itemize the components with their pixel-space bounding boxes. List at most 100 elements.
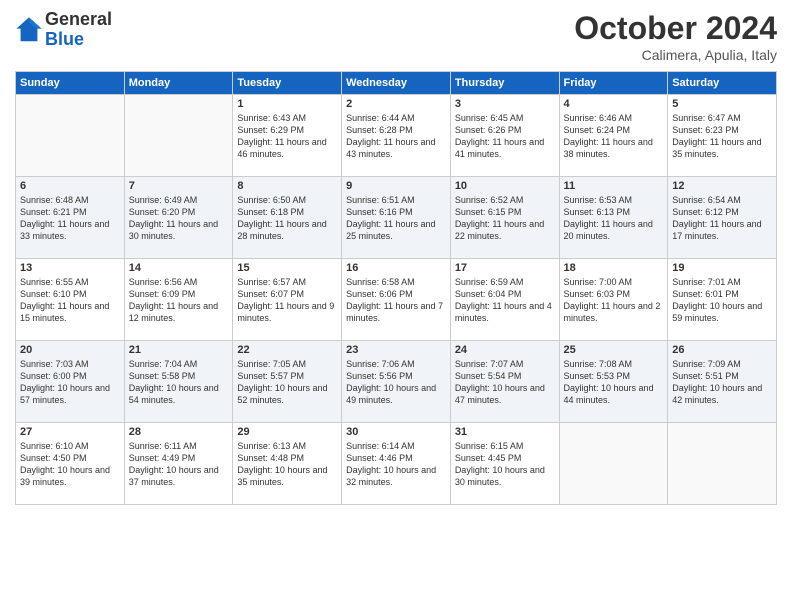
calendar-cell: 7 Sunrise: 6:49 AM Sunset: 6:20 PM Daylig… [124, 177, 233, 259]
day-number: 14 [129, 262, 229, 274]
cell-content: Sunrise: 7:03 AM Sunset: 6:00 PM Dayligh… [20, 358, 120, 407]
day-number: 20 [20, 344, 120, 356]
cell-content: Sunrise: 6:45 AM Sunset: 6:26 PM Dayligh… [455, 112, 555, 161]
day-number: 18 [564, 262, 664, 274]
cell-content: Sunrise: 6:11 AM Sunset: 4:49 PM Dayligh… [129, 440, 229, 489]
col-header-saturday: Saturday [668, 72, 777, 95]
day-number: 27 [20, 426, 120, 438]
cell-content: Sunrise: 6:44 AM Sunset: 6:28 PM Dayligh… [346, 112, 446, 161]
day-number: 6 [20, 180, 120, 192]
calendar-cell: 1 Sunrise: 6:43 AM Sunset: 6:29 PM Daylig… [233, 95, 342, 177]
cell-content: Sunrise: 6:55 AM Sunset: 6:10 PM Dayligh… [20, 276, 120, 325]
calendar-cell [668, 423, 777, 505]
calendar-cell: 14 Sunrise: 6:56 AM Sunset: 6:09 PM Dayli… [124, 259, 233, 341]
calendar-cell: 13Sunrise: 6:55 AM Sunset: 6:10 PM Dayli… [16, 259, 125, 341]
calendar-table: SundayMondayTuesdayWednesdayThursdayFrid… [15, 71, 777, 505]
day-number: 5 [672, 98, 772, 110]
week-row-3: 13Sunrise: 6:55 AM Sunset: 6:10 PM Dayli… [16, 259, 777, 341]
calendar-cell: 12 Sunrise: 6:54 AM Sunset: 6:12 PM Dayli… [668, 177, 777, 259]
week-row-4: 20 Sunrise: 7:03 AM Sunset: 6:00 PM Dayli… [16, 341, 777, 423]
calendar-cell: 26 Sunrise: 7:09 AM Sunset: 5:51 PM Dayli… [668, 341, 777, 423]
day-number: 2 [346, 98, 446, 110]
calendar-cell: 27Sunrise: 6:10 AM Sunset: 4:50 PM Dayli… [16, 423, 125, 505]
cell-content: Sunrise: 6:53 AM Sunset: 6:13 PM Dayligh… [564, 194, 664, 243]
calendar-cell: 8 Sunrise: 6:50 AM Sunset: 6:18 PM Daylig… [233, 177, 342, 259]
col-header-monday: Monday [124, 72, 233, 95]
day-number: 15 [237, 262, 337, 274]
logo-text: General Blue [45, 10, 112, 50]
cell-content: Sunrise: 6:49 AM Sunset: 6:20 PM Dayligh… [129, 194, 229, 243]
day-number: 10 [455, 180, 555, 192]
day-number: 17 [455, 262, 555, 274]
day-number: 8 [237, 180, 337, 192]
cell-content: Sunrise: 7:06 AM Sunset: 5:56 PM Dayligh… [346, 358, 446, 407]
day-number: 19 [672, 262, 772, 274]
title-section: October 2024 Calimera, Apulia, Italy [574, 10, 777, 63]
calendar-cell [16, 95, 125, 177]
day-number: 21 [129, 344, 229, 356]
cell-content: Sunrise: 6:14 AM Sunset: 4:46 PM Dayligh… [346, 440, 446, 489]
cell-content: Sunrise: 7:07 AM Sunset: 5:54 PM Dayligh… [455, 358, 555, 407]
calendar-cell: 29Sunrise: 6:13 AM Sunset: 4:48 PM Dayli… [233, 423, 342, 505]
week-row-5: 27Sunrise: 6:10 AM Sunset: 4:50 PM Dayli… [16, 423, 777, 505]
calendar-cell: 28Sunrise: 6:11 AM Sunset: 4:49 PM Dayli… [124, 423, 233, 505]
day-number: 4 [564, 98, 664, 110]
cell-content: Sunrise: 6:46 AM Sunset: 6:24 PM Dayligh… [564, 112, 664, 161]
calendar-cell: 4 Sunrise: 6:46 AM Sunset: 6:24 PM Daylig… [559, 95, 668, 177]
day-number: 3 [455, 98, 555, 110]
cell-content: Sunrise: 6:54 AM Sunset: 6:12 PM Dayligh… [672, 194, 772, 243]
calendar-cell: 16 Sunrise: 6:58 AM Sunset: 6:06 PM Dayli… [342, 259, 451, 341]
cell-content: Sunrise: 6:47 AM Sunset: 6:23 PM Dayligh… [672, 112, 772, 161]
calendar-cell: 2 Sunrise: 6:44 AM Sunset: 6:28 PM Daylig… [342, 95, 451, 177]
month-year: October 2024 [574, 10, 777, 47]
calendar-cell: 21 Sunrise: 7:04 AM Sunset: 5:58 PM Dayli… [124, 341, 233, 423]
col-header-thursday: Thursday [450, 72, 559, 95]
cell-content: Sunrise: 6:15 AM Sunset: 4:45 PM Dayligh… [455, 440, 555, 489]
day-number: 1 [237, 98, 337, 110]
day-number: 22 [237, 344, 337, 356]
logo: General Blue [15, 10, 112, 50]
location: Calimera, Apulia, Italy [574, 47, 777, 63]
cell-content: Sunrise: 7:00 AM Sunset: 6:03 PM Dayligh… [564, 276, 664, 325]
calendar-cell: 6 Sunrise: 6:48 AM Sunset: 6:21 PM Daylig… [16, 177, 125, 259]
calendar-cell: 10 Sunrise: 6:52 AM Sunset: 6:15 PM Dayli… [450, 177, 559, 259]
header-row: SundayMondayTuesdayWednesdayThursdayFrid… [16, 72, 777, 95]
cell-content: Sunrise: 6:52 AM Sunset: 6:15 PM Dayligh… [455, 194, 555, 243]
calendar-cell [124, 95, 233, 177]
calendar-cell: 22 Sunrise: 7:05 AM Sunset: 5:57 PM Dayli… [233, 341, 342, 423]
week-row-1: 1 Sunrise: 6:43 AM Sunset: 6:29 PM Daylig… [16, 95, 777, 177]
day-number: 31 [455, 426, 555, 438]
calendar-cell: 18 Sunrise: 7:00 AM Sunset: 6:03 PM Dayli… [559, 259, 668, 341]
calendar-cell: 3 Sunrise: 6:45 AM Sunset: 6:26 PM Daylig… [450, 95, 559, 177]
calendar-cell: 31 Sunrise: 6:15 AM Sunset: 4:45 PM Dayli… [450, 423, 559, 505]
calendar-page: General Blue October 2024 Calimera, Apul… [0, 0, 792, 612]
calendar-cell: 23 Sunrise: 7:06 AM Sunset: 5:56 PM Dayli… [342, 341, 451, 423]
cell-content: Sunrise: 6:50 AM Sunset: 6:18 PM Dayligh… [237, 194, 337, 243]
calendar-cell [559, 423, 668, 505]
day-number: 11 [564, 180, 664, 192]
day-number: 12 [672, 180, 772, 192]
cell-content: Sunrise: 6:43 AM Sunset: 6:29 PM Dayligh… [237, 112, 337, 161]
day-number: 25 [564, 344, 664, 356]
day-number: 26 [672, 344, 772, 356]
cell-content: Sunrise: 6:48 AM Sunset: 6:21 PM Dayligh… [20, 194, 120, 243]
calendar-cell: 30 Sunrise: 6:14 AM Sunset: 4:46 PM Dayli… [342, 423, 451, 505]
day-number: 9 [346, 180, 446, 192]
cell-content: Sunrise: 6:58 AM Sunset: 6:06 PM Dayligh… [346, 276, 446, 325]
calendar-cell: 20 Sunrise: 7:03 AM Sunset: 6:00 PM Dayli… [16, 341, 125, 423]
col-header-tuesday: Tuesday [233, 72, 342, 95]
week-row-2: 6 Sunrise: 6:48 AM Sunset: 6:21 PM Daylig… [16, 177, 777, 259]
day-number: 30 [346, 426, 446, 438]
cell-content: Sunrise: 6:13 AM Sunset: 4:48 PM Dayligh… [237, 440, 337, 489]
cell-content: Sunrise: 7:04 AM Sunset: 5:58 PM Dayligh… [129, 358, 229, 407]
cell-content: Sunrise: 7:01 AM Sunset: 6:01 PM Dayligh… [672, 276, 772, 325]
cell-content: Sunrise: 7:09 AM Sunset: 5:51 PM Dayligh… [672, 358, 772, 407]
day-number: 16 [346, 262, 446, 274]
day-number: 7 [129, 180, 229, 192]
day-number: 23 [346, 344, 446, 356]
cell-content: Sunrise: 7:05 AM Sunset: 5:57 PM Dayligh… [237, 358, 337, 407]
col-header-wednesday: Wednesday [342, 72, 451, 95]
calendar-cell: 17Sunrise: 6:59 AM Sunset: 6:04 PM Dayli… [450, 259, 559, 341]
cell-content: Sunrise: 6:56 AM Sunset: 6:09 PM Dayligh… [129, 276, 229, 325]
header: General Blue October 2024 Calimera, Apul… [15, 10, 777, 63]
